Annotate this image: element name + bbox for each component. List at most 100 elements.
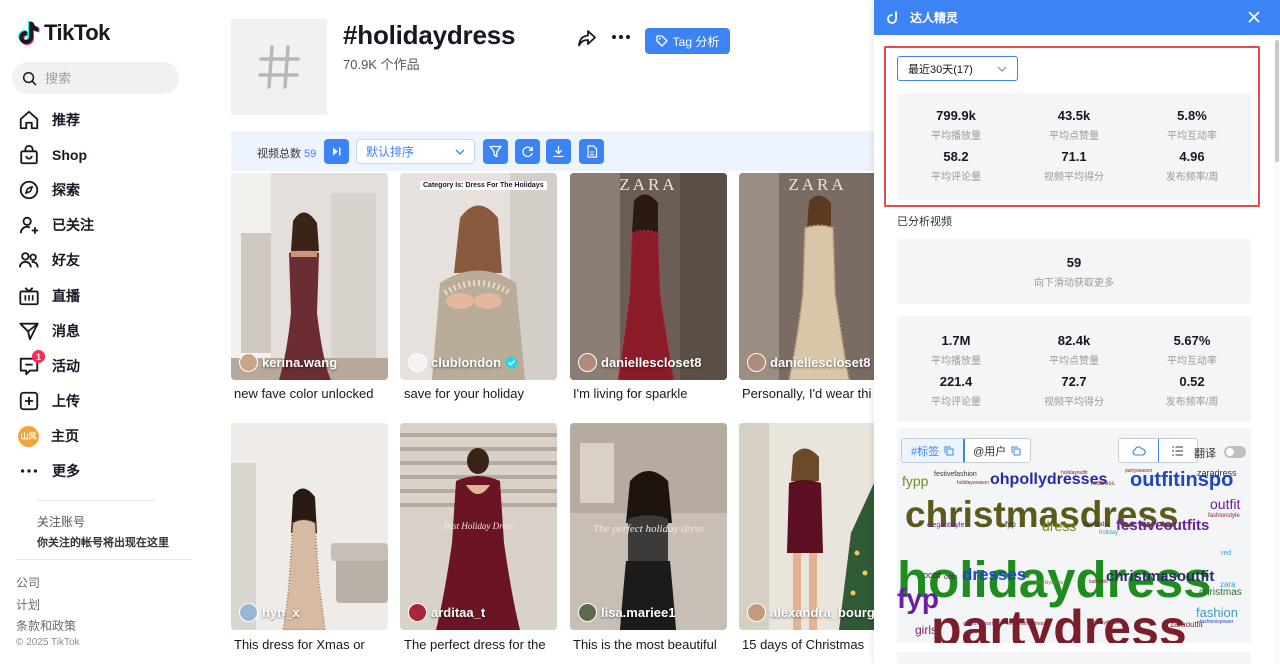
copy-icon[interactable] <box>1011 446 1021 456</box>
video-card[interactable]: The perfect holiday dress lisa.mariee1 <box>570 423 727 630</box>
word-cloud-term[interactable]: zara <box>1220 581 1236 589</box>
word-cloud-term[interactable]: zarafinds <box>1083 522 1107 528</box>
footer-link-terms[interactable]: 条款和政策 <box>16 616 76 638</box>
tag-analysis-button[interactable]: Tag 分析 <box>645 28 730 54</box>
word-cloud-term[interactable]: fypp <box>902 474 928 488</box>
video-author[interactable]: alexandra_bourg... <box>747 603 874 622</box>
nav-item-upload[interactable]: 上传 <box>18 384 94 419</box>
nav-item-activity[interactable]: 1 活动 <box>18 348 94 383</box>
nav-item-more[interactable]: 更多 <box>18 454 94 489</box>
word-cloud-term[interactable]: fyp <box>1005 521 1016 529</box>
word-cloud-term[interactable]: elegantstyle <box>927 522 964 529</box>
word-cloud-term[interactable]: dress <box>1042 519 1076 533</box>
sort-select[interactable]: 默认排序 <box>356 139 475 164</box>
video-card[interactable]: ZARA daniellescloset8 <box>739 173 874 380</box>
refresh-button[interactable] <box>515 139 540 164</box>
video-card[interactable]: Best Holiday Dress arditaa_t <box>400 423 557 630</box>
word-cloud-term[interactable]: christmasparty <box>963 622 996 627</box>
share-icon[interactable] <box>577 28 597 48</box>
video-caption[interactable]: save for your holiday <box>404 386 564 401</box>
video-card[interactable]: kerina.wang <box>231 173 388 380</box>
translate-toggle[interactable] <box>1224 446 1246 458</box>
video-card[interactable]: hyn_x <box>231 423 388 630</box>
tab-hashtags[interactable]: #标签 <box>902 439 966 462</box>
tiktok-logo[interactable]: TikTok <box>18 20 110 46</box>
word-cloud-term[interactable]: ohpollydresses <box>990 472 1107 488</box>
word-cloud-term[interactable]: girls <box>915 624 937 636</box>
analyzed-videos-label: 已分析视频 <box>897 216 952 228</box>
video-author[interactable]: clublondon <box>408 353 518 372</box>
tab-users[interactable]: @用户 <box>964 439 1030 462</box>
footer-link-company[interactable]: 公司 <box>16 573 76 595</box>
nav-item-live[interactable]: 直播 <box>18 278 94 313</box>
stat-label: 发布频率/周 <box>1165 172 1219 183</box>
nav-item-explore[interactable]: 探索 <box>18 172 94 207</box>
copy-icon[interactable] <box>944 446 954 456</box>
word-cloud-term[interactable]: sparklydress <box>1035 581 1063 586</box>
word-cloud-term[interactable]: dresses <box>962 566 1026 583</box>
word-cloud-term[interactable]: red <box>1221 550 1231 557</box>
word-cloud-term[interactable]: outfit <box>1210 497 1240 511</box>
scrollbar-thumb[interactable] <box>1275 40 1279 162</box>
download-button[interactable] <box>546 139 571 164</box>
word-cloud-term[interactable]: holiday <box>1099 530 1118 536</box>
video-card[interactable]: Category Is: Dress For The Holidays club… <box>400 173 557 380</box>
export-button[interactable] <box>579 139 604 164</box>
word-cloud-term[interactable]: embellisheddress <box>1007 622 1046 627</box>
video-author[interactable]: arditaa_t <box>408 603 485 622</box>
video-caption[interactable]: I'm living for sparkle <box>573 386 733 401</box>
word-cloud-term[interactable]: fashionstyle <box>1208 513 1240 519</box>
period-select[interactable]: 最近30天(17) <box>897 56 1018 81</box>
video-card[interactable]: ZARA daniellescloset8 <box>570 173 727 380</box>
word-cloud-term[interactable]: holidayoutfit <box>1061 471 1088 476</box>
word-cloud-term[interactable]: zaraoutfit <box>1170 621 1203 629</box>
video-caption[interactable]: The perfect dress for the <box>404 637 564 652</box>
word-cloud-term[interactable]: ootn <box>944 574 958 581</box>
video-card[interactable]: alexandra_bourg... <box>739 423 874 630</box>
word-cloud-term[interactable]: babydoll <box>1089 580 1108 585</box>
word-cloud-term[interactable]: christmasoutfit <box>1106 569 1214 584</box>
video-caption[interactable]: 15 days of Christmas <box>742 637 874 652</box>
stat-value: 58.2 <box>943 149 969 164</box>
list-view-button[interactable] <box>1158 439 1197 462</box>
notification-badge: 1 <box>32 350 45 364</box>
filter-button[interactable] <box>483 139 508 164</box>
nav-item-shop[interactable]: Shop <box>18 137 94 172</box>
video-caption[interactable]: This dress for Xmas or <box>234 637 394 652</box>
close-icon[interactable] <box>1248 11 1260 23</box>
word-cloud-term[interactable]: holidayseason <box>957 481 989 486</box>
search-input[interactable] <box>45 70 165 86</box>
nav-item-friends[interactable]: 好友 <box>18 243 94 278</box>
video-author[interactable]: lisa.mariee1 <box>578 603 675 622</box>
video-author[interactable]: daniellescloset8 <box>578 353 701 372</box>
stat-label: 平均互动率 <box>1167 356 1217 367</box>
cloud-view-button[interactable] <box>1119 439 1159 462</box>
video-thumbnail <box>400 173 557 380</box>
word-cloud-term[interactable]: fyp <box>897 585 939 613</box>
word-cloud-term[interactable]: fashionispower <box>1200 620 1233 625</box>
brand-name: TikTok <box>44 20 110 45</box>
word-cloud-term[interactable]: festivefashion <box>934 471 977 478</box>
word-cloud-term[interactable]: reddress <box>1091 481 1114 487</box>
word-cloud-term[interactable]: holidaydresses <box>1090 621 1123 626</box>
more-options-icon[interactable] <box>611 34 631 40</box>
nav-item-messages[interactable]: 消息 <box>18 313 94 348</box>
video-author[interactable]: daniellescloset8 <box>747 353 870 372</box>
word-cloud-term[interactable]: fashion <box>1196 606 1238 619</box>
search-bar[interactable] <box>12 62 179 94</box>
video-author[interactable]: kerina.wang <box>239 353 337 372</box>
nav-item-profile[interactable]: 山风 主页 <box>18 419 94 454</box>
jump-button[interactable] <box>324 139 349 164</box>
word-cloud-term[interactable]: festiveoutfits <box>1116 518 1209 533</box>
video-caption[interactable]: Personally, I'd wear thi <box>742 386 874 401</box>
video-author[interactable]: hyn_x <box>239 603 300 622</box>
video-caption[interactable]: This is the most beautiful <box>573 637 733 652</box>
word-cloud-term[interactable]: partyseason <box>1125 469 1152 474</box>
nav-item-following[interactable]: 已关注 <box>18 208 94 243</box>
video-caption[interactable]: new fave color unlocked <box>234 386 394 401</box>
nav-item-recommended[interactable]: 推荐 <box>18 102 94 137</box>
word-cloud-term[interactable]: zaradress <box>1197 469 1237 478</box>
word-cloud-term[interactable]: ootd <box>923 571 941 580</box>
footer-link-program[interactable]: 计划 <box>16 595 76 617</box>
word-cloud-term[interactable]: christmas <box>1199 588 1242 598</box>
